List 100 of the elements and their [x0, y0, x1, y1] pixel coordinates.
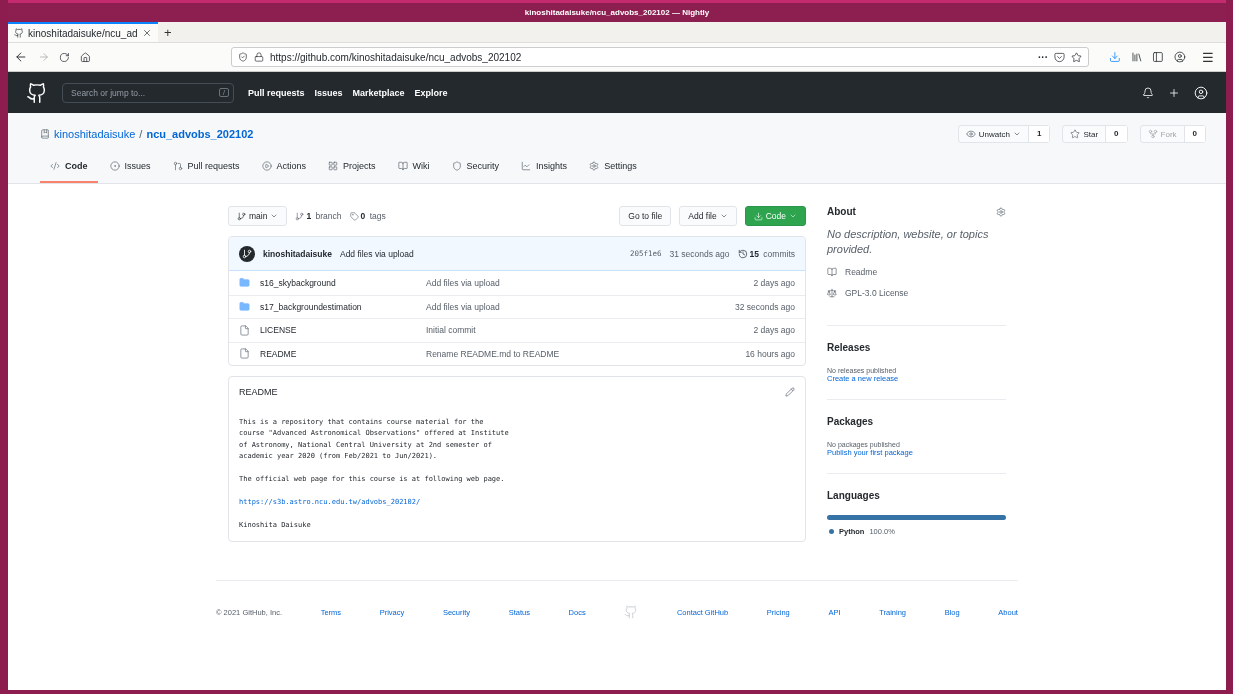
home-icon [80, 51, 91, 63]
eye-icon [965, 129, 976, 139]
header-nav-link[interactable]: Issues [314, 87, 343, 98]
code-icon [50, 161, 60, 171]
avatar-icon [239, 245, 255, 262]
forward-icon [37, 51, 50, 63]
file-commit-message[interactable]: Add files via upload [426, 301, 735, 312]
github-logo-icon [26, 81, 48, 104]
go-to-file-button[interactable]: Go to file [619, 206, 672, 226]
path-separator: / [139, 128, 143, 140]
repo-tab[interactable]: Insights [511, 161, 578, 183]
repo-icon [40, 129, 50, 139]
caret-icon [270, 212, 279, 220]
more-button[interactable]: ··· [1038, 51, 1048, 63]
readme-title: README [239, 387, 278, 397]
file-commit-message[interactable]: Rename README.md to README [426, 348, 746, 359]
commit-message[interactable]: Add files via upload [339, 248, 622, 259]
about-description: No description, website, or topics provided. [827, 227, 990, 257]
file-time: 16 hours ago [745, 348, 795, 359]
folder-icon [239, 277, 250, 289]
star-icon [1070, 129, 1081, 139]
repo-tab[interactable]: Issues [99, 161, 161, 183]
avatar-icon [1194, 85, 1208, 100]
close-icon [142, 28, 152, 38]
license-link[interactable]: GPL-3.0 License [827, 288, 1006, 298]
shield-icon [451, 161, 462, 171]
about-heading: About [827, 206, 856, 217]
repo-tab[interactable]: Actions [251, 161, 317, 183]
file-name[interactable]: s16_skybackground [260, 277, 426, 288]
github-icon [14, 28, 24, 38]
languages-heading: Languages [827, 490, 881, 501]
book-icon [397, 161, 408, 171]
menu-button[interactable]: ☰ [1196, 49, 1220, 65]
header-nav-link[interactable]: Marketplace [352, 87, 405, 98]
repo-tab[interactable]: Security [441, 161, 510, 183]
tags-link[interactable]: 0 tags [349, 211, 386, 221]
header-nav-link[interactable]: Explore [414, 87, 448, 98]
add-file-button[interactable]: Add file [679, 206, 737, 226]
account-icon [1174, 51, 1186, 63]
download-icon [1109, 51, 1121, 63]
pencil-icon [785, 387, 795, 397]
folder-icon [239, 301, 250, 313]
book-icon [827, 267, 837, 277]
repo-name-link[interactable]: ncu_advobs_202102 [146, 128, 254, 140]
file-time: 2 days ago [753, 325, 795, 336]
window-title: kinoshitadaisuke/ncu_advobs_202102 — Nightly [524, 8, 710, 17]
branch-icon [237, 211, 246, 221]
file-name[interactable]: LICENSE [260, 325, 426, 336]
branches-link[interactable]: 1 branch [295, 211, 342, 221]
caret-icon [719, 212, 728, 220]
fork-icon [1147, 129, 1158, 139]
browser-tab[interactable]: kinoshitadaisuke/ncu_ad [8, 22, 158, 42]
history-icon [737, 248, 748, 259]
settings-icon [996, 206, 1006, 217]
tag-icon [349, 211, 359, 221]
file-name[interactable]: README [260, 348, 426, 359]
scale-icon [827, 288, 837, 298]
section-heading: Releases [827, 342, 872, 353]
graph-icon [521, 161, 532, 171]
github-logo-icon [624, 605, 639, 619]
commits-link[interactable]: 15 commits [737, 248, 795, 259]
repo-tab[interactable]: Pull requests [162, 161, 250, 183]
pull-request-icon [172, 161, 183, 171]
repo-tab[interactable]: Settings [579, 161, 647, 183]
file-time: 2 days ago [753, 277, 795, 288]
new-tab-button[interactable]: + [158, 22, 178, 42]
readme-link[interactable]: Readme [827, 267, 1006, 277]
action-count[interactable]: 0 [1106, 126, 1127, 142]
sidebar-icon [1152, 51, 1165, 63]
bell-icon [1142, 86, 1154, 99]
back-icon [14, 50, 28, 64]
library-icon [1130, 51, 1143, 63]
branch-selector[interactable]: main [228, 206, 288, 226]
branch-icon [295, 211, 305, 221]
caret-icon [789, 212, 797, 220]
file-time: 32 seconds ago [734, 301, 795, 312]
issue-icon [109, 161, 120, 171]
pocket-icon [1054, 51, 1065, 63]
file-commit-message[interactable]: Add files via upload [426, 277, 754, 288]
repo-owner-link[interactable]: kinoshitadaisuke [54, 128, 136, 140]
action-count[interactable]: 1 [1028, 126, 1050, 142]
file-name[interactable]: s17_backgroundestimation [260, 301, 426, 312]
commit-time: 31 seconds ago [669, 248, 730, 259]
header-nav-link[interactable]: Pull requests [248, 87, 305, 98]
commit-author[interactable]: kinoshitadaisuke [263, 248, 332, 259]
play-icon [261, 161, 272, 171]
repo-tab[interactable]: Code [40, 161, 98, 183]
file-icon [239, 324, 250, 336]
file-commit-message[interactable]: Initial commit [426, 325, 754, 336]
repo-action-button[interactable]: Unwatch [958, 126, 1029, 142]
reload-icon [59, 51, 71, 63]
star-icon [1071, 51, 1082, 63]
repo-tab[interactable]: Projects [318, 161, 386, 183]
file-icon [239, 348, 250, 360]
project-board-icon [328, 161, 339, 171]
url-field[interactable]: https://github.com/kinoshitadaisuke/ncu_advobs_202102 ··· [231, 47, 1089, 67]
repo-tab[interactable]: Wiki [387, 161, 440, 183]
lock-icon [254, 52, 264, 62]
caret-icon [1012, 130, 1021, 138]
plus-icon [1168, 86, 1180, 99]
